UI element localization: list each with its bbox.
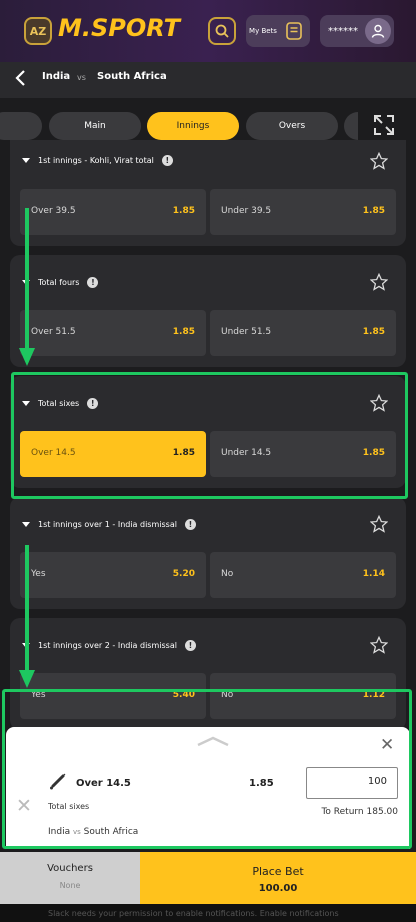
selection-button[interactable]: No 1.14 — [210, 552, 396, 598]
match-header: India vs South Africa — [0, 62, 416, 98]
market-card: 1st innings over 1 - India dismissal ! Y… — [10, 497, 406, 609]
annotation-arrow-head — [19, 670, 35, 688]
account-balance-masked: ****** — [328, 25, 358, 37]
selection-button[interactable]: Under 51.5 1.85 — [210, 310, 396, 356]
selection-odds: 1.14 — [362, 569, 385, 579]
back-arrow-icon[interactable] — [14, 69, 26, 92]
top-bar: AZ M.SPORT My Bets ****** — [0, 0, 416, 62]
info-icon[interactable]: ! — [161, 154, 173, 166]
vouchers-label: Vouchers — [47, 863, 93, 874]
annotation-box-total-sixes — [11, 372, 408, 499]
selection-name: Over 51.5 — [31, 327, 76, 337]
tab-overs[interactable]: Overs — [246, 112, 338, 140]
my-bets-button[interactable]: My Bets — [246, 15, 310, 47]
selection-name: No — [221, 569, 234, 579]
market-header[interactable]: 1st innings - Kohli, Virat total ! — [22, 152, 173, 168]
tab-previous-partial[interactable] — [0, 112, 42, 140]
market-header[interactable]: 1st innings over 2 - India dismissal ! — [22, 637, 196, 653]
selection-button[interactable]: Over 51.5 1.85 — [20, 310, 206, 356]
place-bet-button[interactable]: Place Bet 100.00 — [140, 852, 416, 904]
selection-odds: 5.20 — [172, 569, 195, 579]
selection-name: Over 39.5 — [31, 206, 76, 216]
selection-odds: 1.85 — [172, 327, 195, 337]
selection-button[interactable]: Under 39.5 1.85 — [210, 189, 396, 235]
receipt-icon — [286, 22, 302, 40]
notification-bar: Slack needs your permission to enable no… — [0, 904, 416, 922]
collapse-triangle-icon — [22, 521, 30, 527]
search-button[interactable] — [208, 17, 236, 45]
annotation-arrow-line — [25, 545, 29, 673]
collapse-triangle-icon — [22, 157, 30, 163]
user-icon — [365, 18, 391, 44]
favorite-star-icon[interactable] — [370, 273, 388, 291]
favorite-star-icon[interactable] — [370, 515, 388, 533]
tab-innings[interactable]: Innings — [147, 112, 239, 140]
versus-label: vs — [77, 73, 86, 82]
market-header[interactable]: Total fours ! — [22, 274, 99, 290]
annotation-arrow-head — [19, 348, 35, 366]
team-home: India — [42, 71, 71, 82]
team-away: South Africa — [97, 71, 167, 82]
info-icon[interactable]: ! — [184, 518, 196, 530]
market-header[interactable]: 1st innings over 1 - India dismissal ! — [22, 516, 196, 532]
annotation-box-bet-slip — [2, 689, 412, 849]
market-card: Total fours ! Over 51.5 1.85 Under 51.5 1.… — [10, 255, 406, 367]
info-icon[interactable]: ! — [87, 276, 99, 288]
annotation-arrow-line — [25, 208, 29, 350]
selection-odds: 1.85 — [362, 206, 385, 216]
vouchers-button[interactable]: Vouchers None — [0, 852, 140, 904]
selection-odds: 1.85 — [172, 206, 195, 216]
place-bet-amount: 100.00 — [258, 883, 298, 894]
msport-logo[interactable]: M.SPORT — [58, 14, 180, 42]
market-title: Total fours — [38, 277, 80, 287]
selection-name: Under 51.5 — [221, 327, 272, 337]
account-button[interactable]: ****** — [320, 15, 394, 47]
selection-odds: 1.85 — [362, 327, 385, 337]
market-title: 1st innings over 2 - India dismissal — [38, 640, 177, 650]
favorite-star-icon[interactable] — [370, 636, 388, 654]
market-title: 1st innings over 1 - India dismissal — [38, 519, 177, 529]
selection-name: Under 39.5 — [221, 206, 272, 216]
search-icon — [215, 24, 229, 38]
az-sports-button[interactable]: AZ — [24, 17, 52, 45]
place-bet-label: Place Bet — [252, 865, 304, 878]
selection-name: Yes — [31, 569, 46, 579]
market-card: 1st innings - Kohli, Virat total ! Over … — [10, 140, 406, 246]
tab-next-partial[interactable] — [344, 112, 358, 140]
tab-main[interactable]: Main — [49, 112, 141, 140]
az-icon: AZ — [29, 24, 47, 38]
bet-action-bar: Vouchers None Place Bet 100.00 — [0, 852, 416, 904]
market-title: 1st innings - Kohli, Virat total — [38, 155, 154, 165]
vouchers-value: None — [59, 881, 81, 890]
my-bets-label: My Bets — [249, 26, 277, 35]
favorite-star-icon[interactable] — [370, 152, 388, 170]
selection-button[interactable]: Over 39.5 1.85 — [20, 189, 206, 235]
expand-icon[interactable] — [372, 113, 396, 137]
selection-button[interactable]: Yes 5.20 — [20, 552, 206, 598]
info-icon[interactable]: ! — [184, 639, 196, 651]
